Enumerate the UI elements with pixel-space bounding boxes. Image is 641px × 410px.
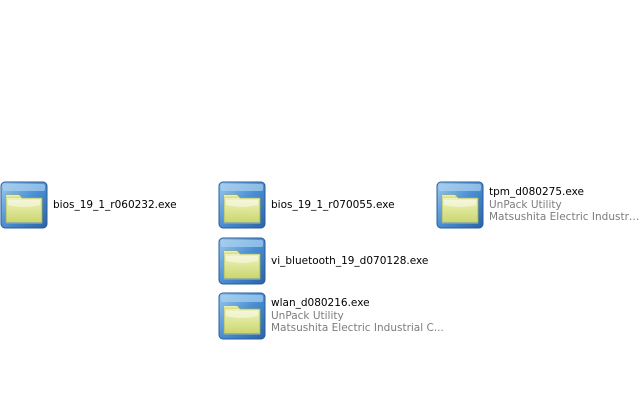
file-list-view: bios_19_1_r060232.exe bios_19_1_r070055.… — [0, 0, 641, 410]
file-name: vi_bluetooth_19_d070128.exe — [271, 254, 429, 267]
file-company: Matsushita Electric Industrial C... — [489, 211, 641, 224]
file-item-vi-bluetooth-19-d070128[interactable]: vi_bluetooth_19_d070128.exe — [218, 237, 428, 285]
file-name: bios_19_1_r070055.exe — [271, 198, 395, 211]
file-item-bios-19-1-r060232[interactable]: bios_19_1_r060232.exe — [0, 181, 177, 229]
file-name: wlan_d080216.exe — [271, 297, 370, 310]
file-item-wlan-d080216[interactable]: wlan_d080216.exe UnPack Utility Matsushi… — [218, 292, 444, 340]
file-name: bios_19_1_r060232.exe — [53, 198, 177, 211]
file-item-text: vi_bluetooth_19_d070128.exe — [271, 255, 428, 268]
file-item-text: tpm_d080275.exe UnPack Utility Matsushit… — [489, 186, 641, 224]
file-item-text: wlan_d080216.exe UnPack Utility Matsushi… — [271, 297, 444, 335]
file-description: UnPack Utility — [271, 309, 344, 322]
file-description: UnPack Utility — [489, 198, 562, 211]
file-item-text: bios_19_1_r070055.exe — [271, 199, 395, 212]
application-folder-icon — [218, 237, 266, 285]
file-company: Matsushita Electric Industrial C... — [271, 322, 444, 335]
application-folder-icon — [436, 181, 484, 229]
file-name: tpm_d080275.exe — [489, 186, 584, 199]
file-item-tpm-d080275[interactable]: tpm_d080275.exe UnPack Utility Matsushit… — [436, 181, 641, 229]
file-item-bios-19-1-r070055[interactable]: bios_19_1_r070055.exe — [218, 181, 395, 229]
application-folder-icon — [218, 181, 266, 229]
application-folder-icon — [218, 292, 266, 340]
file-item-text: bios_19_1_r060232.exe — [53, 199, 177, 212]
application-folder-icon — [0, 181, 48, 229]
